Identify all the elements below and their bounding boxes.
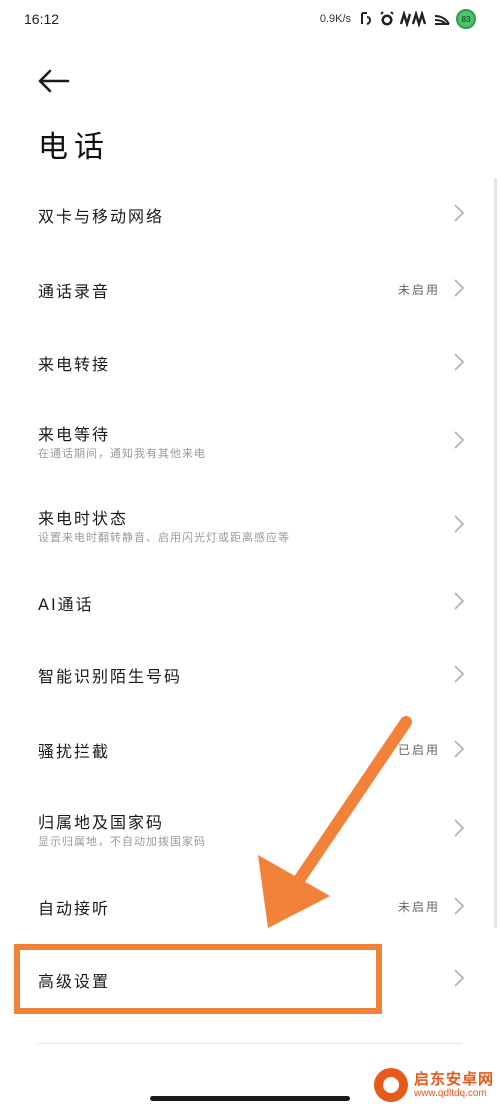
setting-value: 已启用 — [397, 743, 440, 757]
watermark-logo-icon — [373, 1068, 408, 1102]
setting-label: 智能识别陌生号码 — [38, 667, 183, 686]
setting-description: 设置来电时翻转静音、启用闪光灯或距离感应等 — [38, 531, 290, 544]
home-indicator[interactable] — [150, 1096, 350, 1101]
chevron-right-icon — [454, 279, 465, 297]
setting-label: 自动接听 — [38, 899, 111, 918]
setting-identify-unknown-numbers[interactable]: 智能识别陌生号码 — [0, 637, 500, 711]
chevron-right-icon — [454, 665, 465, 683]
setting-label: 来电转接 — [38, 355, 111, 374]
setting-label: 通话录音 — [38, 282, 111, 301]
status-bar: 16:12 0.9K/s 83 — [0, 0, 500, 42]
setting-ai-call[interactable]: AI通话 — [0, 567, 500, 637]
setting-spam-blocking[interactable]: 骚扰拦截 已启用 — [0, 711, 500, 785]
battery-icon: 83 — [456, 9, 476, 29]
back-arrow-icon — [38, 69, 70, 93]
setting-value: 未启用 — [397, 283, 440, 297]
setting-description: 显示归属地，不自动加拨国家码 — [38, 835, 206, 848]
setting-incoming-call-status[interactable]: 来电时状态 设置来电时翻转静音、启用闪光灯或距离感应等 — [0, 483, 500, 567]
setting-description: 在通话期间，通知我有其他来电 — [38, 447, 206, 460]
chevron-right-icon — [454, 353, 465, 371]
setting-dual-sim[interactable]: 双卡与移动网络 — [0, 175, 500, 251]
page-title: 电话 — [38, 130, 110, 165]
signal-icon — [400, 11, 427, 27]
setting-call-forwarding[interactable]: 来电转接 — [0, 327, 500, 399]
network-speed: 0.9K/s — [319, 13, 351, 25]
setting-auto-answer[interactable]: 自动接听 未启用 — [0, 871, 500, 943]
chevron-right-icon — [454, 431, 465, 449]
chevron-right-icon — [454, 204, 465, 222]
setting-label: 双卡与移动网络 — [38, 207, 165, 226]
status-time: 16:12 — [24, 11, 60, 27]
list-divider — [38, 1043, 462, 1044]
status-icons: 0.9K/s 83 — [320, 9, 476, 29]
wifi-icon — [434, 15, 450, 25]
setting-call-waiting[interactable]: 来电等待 在通话期间，通知我有其他来电 — [0, 399, 500, 483]
chevron-right-icon — [454, 515, 465, 533]
chevron-right-icon — [454, 740, 465, 758]
highlight-box — [14, 944, 382, 1014]
setting-location-country-code[interactable]: 归属地及国家码 显示归属地，不自动加拨国家码 — [0, 785, 500, 871]
watermark: 启东安卓网 www.qdltdq.com — [373, 1068, 494, 1102]
chevron-right-icon — [454, 969, 465, 987]
back-button[interactable] — [36, 66, 72, 96]
setting-value: 未启用 — [397, 900, 440, 914]
setting-call-recording[interactable]: 通话录音 未启用 — [0, 251, 500, 327]
setting-label: AI通话 — [38, 595, 94, 614]
chevron-right-icon — [454, 592, 465, 610]
setting-label: 归属地及国家码 — [38, 813, 165, 832]
watermark-url: www.qdltdq.com — [413, 1087, 487, 1099]
do-not-disturb-icon — [361, 12, 371, 25]
setting-label: 来电等待 — [38, 425, 111, 444]
setting-label: 骚扰拦截 — [38, 742, 111, 761]
chevron-right-icon — [454, 897, 465, 915]
watermark-name: 启东安卓网 — [413, 1070, 494, 1089]
setting-label: 来电时状态 — [38, 509, 129, 528]
alarm-icon — [380, 11, 394, 26]
chevron-right-icon — [454, 819, 465, 837]
